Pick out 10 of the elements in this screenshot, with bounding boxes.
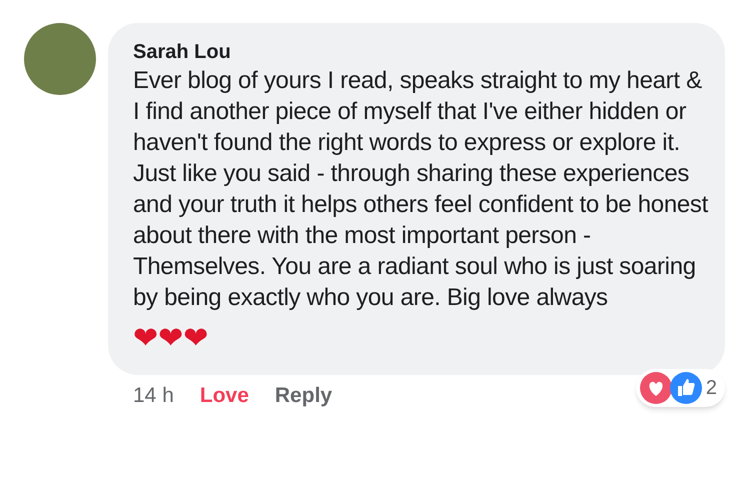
author-name[interactable]: Sarah Lou	[133, 39, 709, 65]
love-reaction-link[interactable]: Love	[200, 383, 249, 409]
reactions-summary[interactable]: 2	[636, 369, 725, 407]
heart-reaction-icon	[640, 372, 672, 404]
reply-link[interactable]: Reply	[274, 383, 332, 409]
comment-text: Ever blog of yours I read, speaks straight to my heart & I find another piece of myself that I've either hidden or haven't found the right words to express or explore it. Just like you said - through sharing these experiences and your truth it helps others feel confident to be honest about there with the most important person - Themselves. You are a radiant soul who is just soaring by being exactly who you are. Big love always	[133, 66, 709, 313]
comment-time[interactable]: 14 h	[133, 383, 174, 409]
heart-emojis: ❤❤❤	[133, 320, 210, 358]
reactions-count: 2	[704, 376, 718, 401]
thumbs-up-icon	[670, 372, 702, 404]
